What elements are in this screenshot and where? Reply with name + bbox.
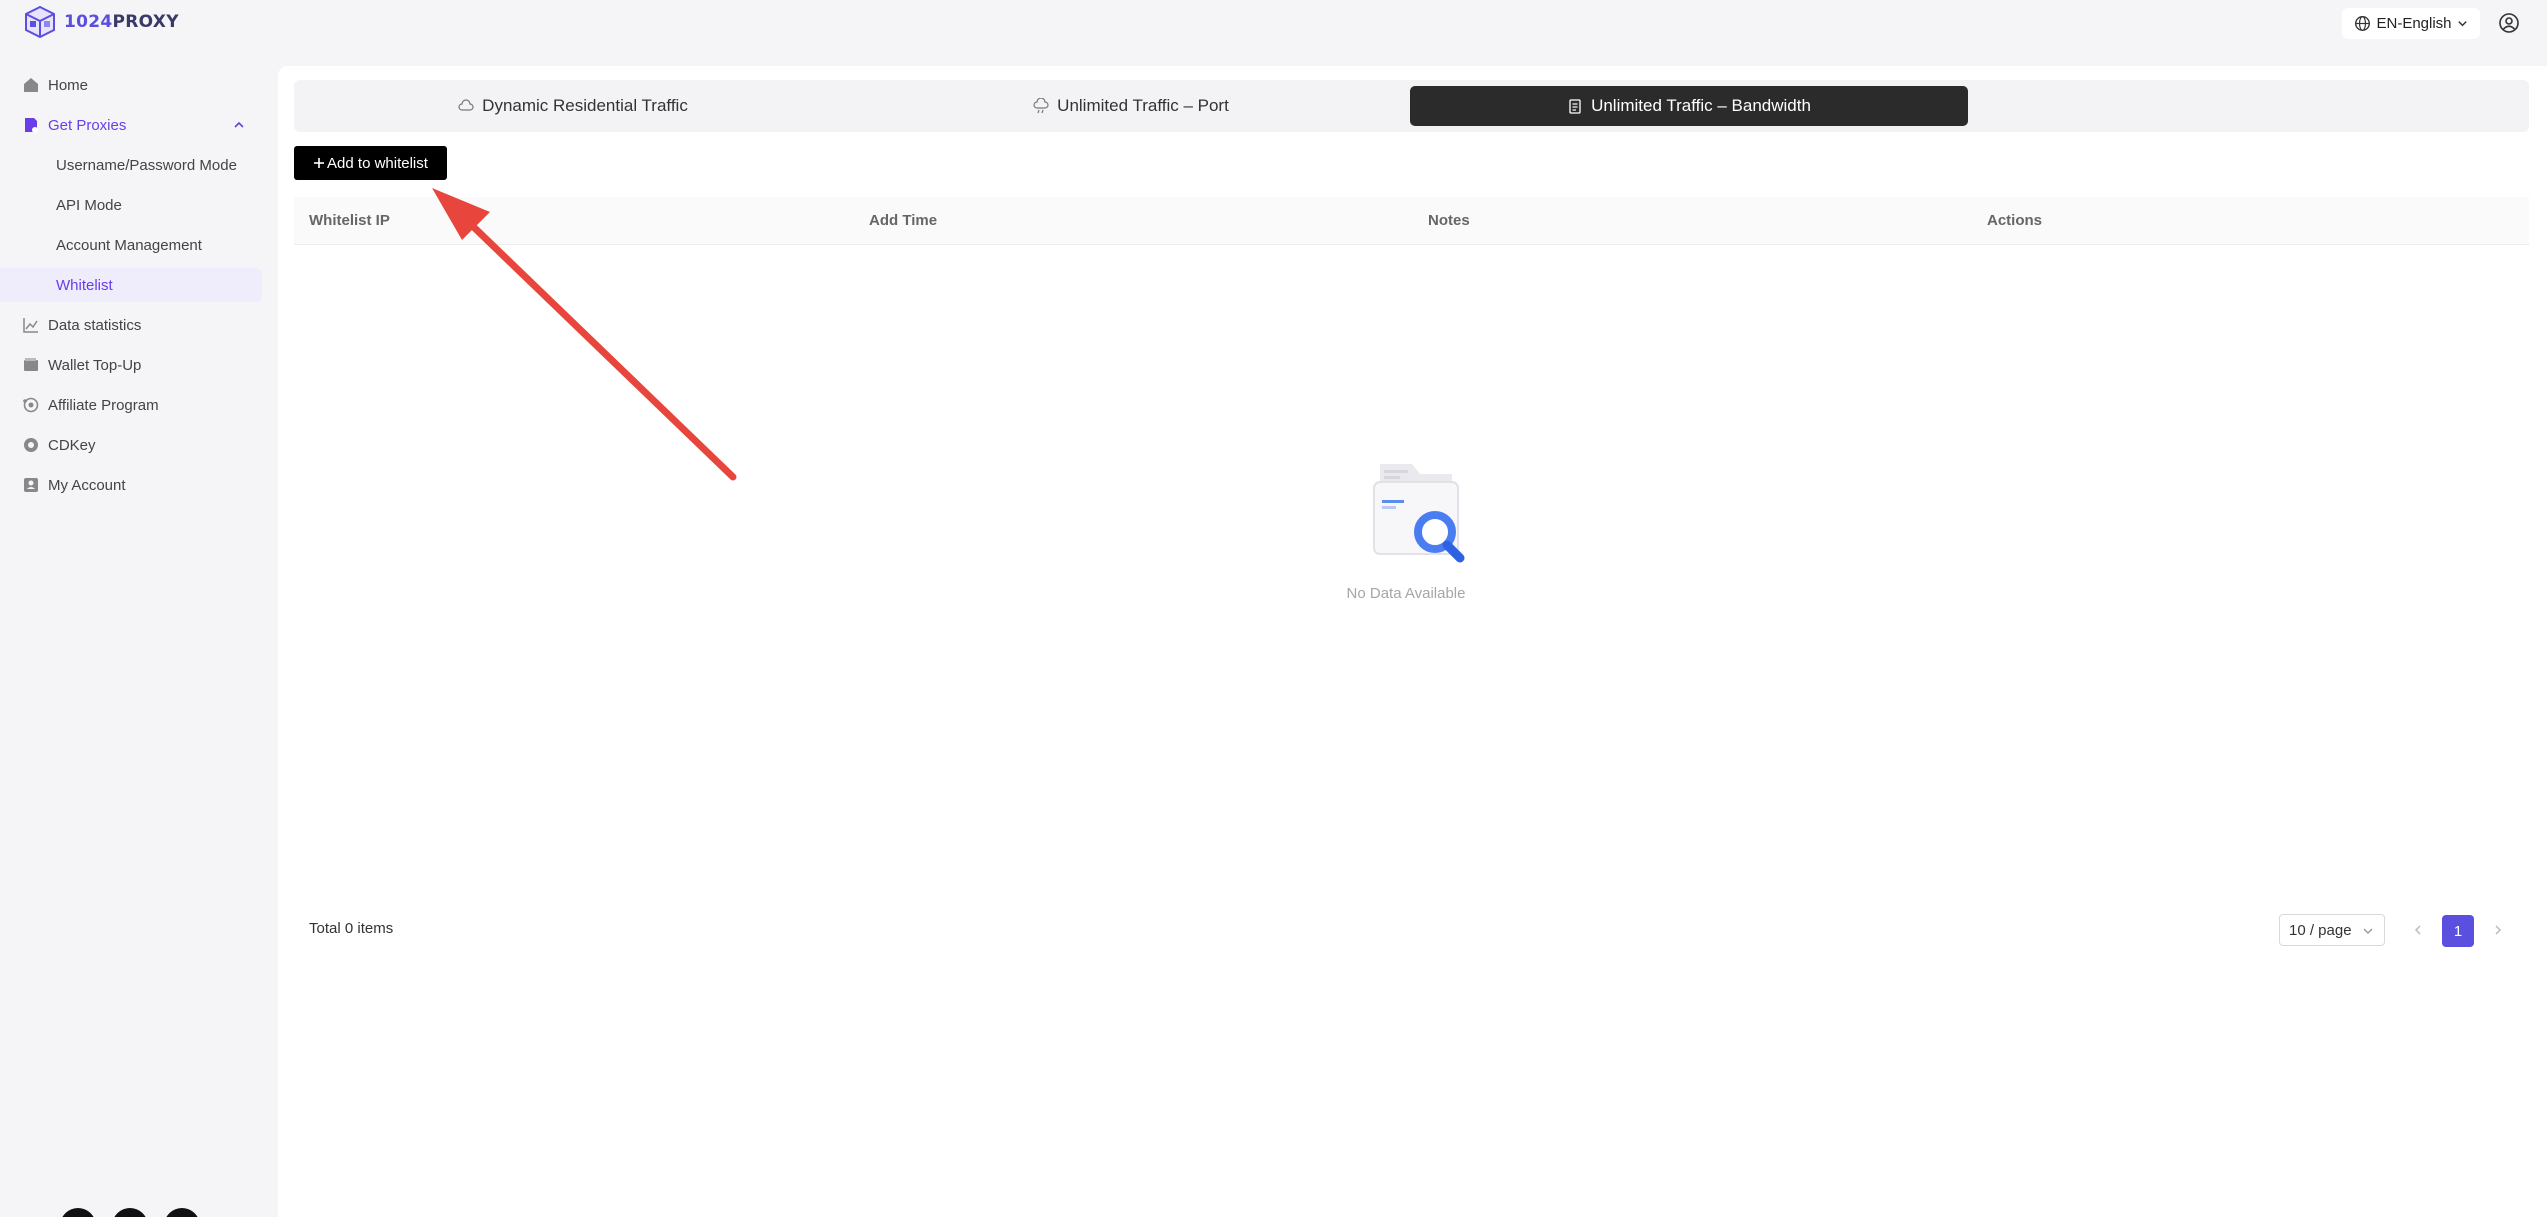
main-panel: Dynamic Residential Traffic Unlimited Tr… [278, 66, 2547, 1217]
page-size-select[interactable]: 10 / page [2279, 914, 2385, 946]
page-1-button[interactable]: 1 [2442, 915, 2474, 947]
cloud-rain-icon [1033, 98, 1049, 114]
sidebar-item-my-account[interactable]: My Account [0, 468, 262, 502]
add-to-whitelist-button[interactable]: Add to whitelist [294, 146, 447, 180]
column-header-notes: Notes [1428, 212, 1470, 229]
column-header-actions: Actions [1987, 212, 2043, 229]
logo-text: 1024PROXY [64, 12, 179, 32]
chevron-up-icon[interactable] [232, 118, 246, 132]
chevron-down-icon [2457, 21, 2467, 27]
previous-page-button[interactable] [2408, 920, 2428, 940]
sidebar-item-cdkey[interactable]: CDKey [0, 428, 262, 462]
sidebar-subitem-whitelist[interactable]: Whitelist [0, 268, 262, 302]
top-bar: 1024PROXY EN-English [0, 0, 2547, 52]
affiliate-icon [23, 397, 39, 413]
sidebar-subitem-account-management[interactable]: Account Management [0, 228, 262, 262]
gift-key-icon [24, 438, 38, 452]
column-header-add-time: Add Time [869, 212, 938, 229]
logo[interactable]: 1024PROXY [22, 4, 179, 40]
chevron-down-icon [2363, 928, 2373, 934]
chevron-left-icon [2414, 925, 2421, 935]
line-chart-icon [23, 318, 38, 333]
sidebar-item-get-proxies[interactable]: Get Proxies [0, 108, 262, 142]
language-label: EN-English [2376, 15, 2452, 32]
sidebar-subitem-api-mode[interactable]: API Mode [0, 188, 262, 222]
plus-icon [314, 158, 325, 168]
home-icon [24, 78, 38, 92]
user-icon[interactable] [2498, 12, 2520, 34]
empty-state: No Data Available [1346, 456, 1486, 602]
sidebar-item-home[interactable]: Home [0, 68, 262, 102]
account-icon [24, 478, 38, 492]
logo-cube-icon [25, 5, 55, 39]
chevron-right-icon [2495, 925, 2502, 935]
wallet-icon [24, 358, 38, 371]
clipboard-icon [1569, 99, 1581, 114]
proxies-icon [25, 118, 38, 133]
tab-unlimited-traffic-bandwidth[interactable]: Unlimited Traffic – Bandwidth [1410, 86, 1968, 126]
whitelist-table-header: Whitelist IP Add Time Notes Actions [294, 197, 2529, 245]
email-button[interactable] [164, 1208, 200, 1217]
empty-state-text: No Data Available [1346, 585, 1466, 602]
product-tabs: Dynamic Residential Traffic Unlimited Tr… [294, 80, 2529, 132]
sidebar-item-data-statistics[interactable]: Data statistics [0, 308, 262, 342]
sidebar-item-wallet-top-up[interactable]: Wallet Top-Up [0, 348, 262, 382]
tab-dynamic-residential-traffic[interactable]: Dynamic Residential Traffic [294, 86, 852, 126]
sidebar-item-affiliate-program[interactable]: Affiliate Program [0, 388, 262, 422]
support-links [60, 1208, 200, 1217]
telegram-button[interactable] [112, 1208, 148, 1217]
language-selector[interactable]: EN-English [2342, 8, 2480, 39]
total-items: Total 0 items [309, 920, 394, 937]
next-page-button[interactable] [2488, 920, 2508, 940]
globe-icon [2355, 16, 2371, 31]
customer-support-button[interactable] [60, 1208, 96, 1217]
sidebar: Home Get Proxies Username/Password Mode … [0, 52, 270, 1217]
column-header-whitelist-ip: Whitelist IP [309, 212, 390, 229]
tab-unlimited-traffic-port[interactable]: Unlimited Traffic – Port [852, 86, 1410, 126]
cloud-icon [458, 99, 474, 111]
sidebar-subitem-username-password[interactable]: Username/Password Mode [0, 148, 262, 182]
empty-folder-search-icon [1373, 464, 1465, 563]
